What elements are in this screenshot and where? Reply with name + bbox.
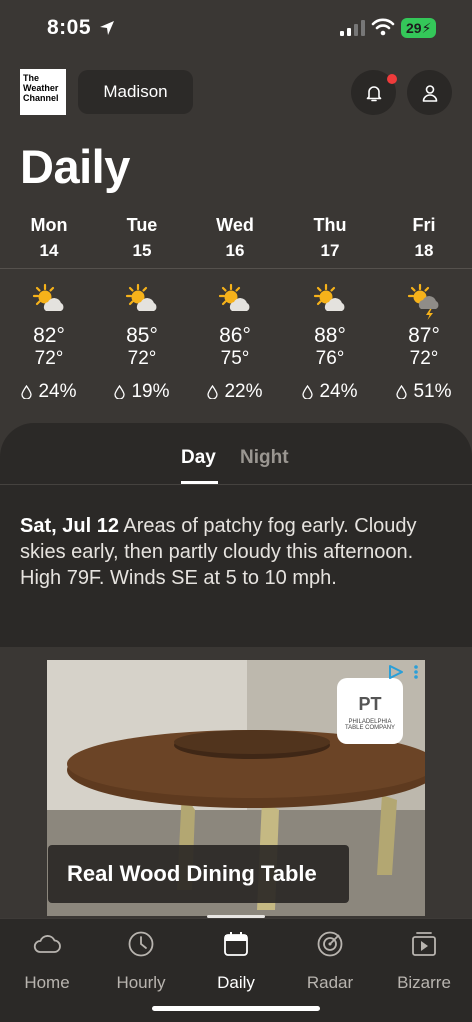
precip-value: 22% — [224, 381, 263, 402]
ad-brand-mark: PT — [358, 694, 382, 714]
day-header-fri[interactable]: Fri 18 — [377, 212, 471, 264]
precip-value: 51% — [413, 381, 452, 402]
day-date: 18 — [414, 241, 434, 260]
precip-value: 19% — [131, 381, 170, 402]
forecast-description: Sat, Jul 12 Areas of patchy fog early. C… — [20, 513, 440, 591]
forecast-date: Sat, Jul 12 — [20, 515, 119, 537]
page-title: Daily — [20, 140, 130, 193]
tab-label: Radar — [306, 973, 354, 992]
day-name: Tue — [126, 215, 158, 235]
adchoices-icon[interactable] — [386, 664, 424, 680]
tab-night[interactable]: Night — [240, 447, 289, 469]
ad-headline[interactable]: Real Wood Dining Table — [48, 845, 349, 903]
precip-chance: 22% — [188, 381, 282, 403]
divider — [0, 268, 472, 269]
ad-brand-text: PHILADELPHIA TABLE COMPANY — [344, 719, 396, 731]
high-temp: 87° — [408, 324, 440, 347]
raindrop-icon — [396, 385, 408, 399]
forecast-wed[interactable]: 86° 75° 22% — [188, 282, 282, 403]
day-date: 15 — [132, 241, 152, 260]
location-button[interactable]: Madison — [78, 70, 193, 114]
day-name: Fri — [412, 215, 436, 235]
logo-line: Weather — [23, 83, 59, 93]
logo-line: The — [23, 73, 40, 83]
day-header-mon[interactable]: Mon 14 — [2, 212, 96, 264]
precip-value: 24% — [38, 381, 77, 402]
low-temp: 75° — [220, 348, 250, 369]
radar-icon — [317, 931, 343, 957]
day-header-wed[interactable]: Wed 16 — [188, 212, 282, 264]
partly-sunny-icon — [218, 283, 250, 311]
wifi-icon — [371, 18, 395, 36]
partly-sunny-icon — [313, 283, 345, 311]
location-arrow-icon — [100, 21, 114, 35]
tab-day[interactable]: Day — [181, 447, 216, 469]
tab-label: Daily — [217, 973, 255, 992]
cloud-icon — [33, 935, 61, 953]
sun-thunderstorm-icon — [407, 283, 439, 320]
tab-label: Bizarre — [397, 973, 451, 992]
clock-icon — [128, 931, 154, 957]
weather-channel-logo[interactable]: The Weather Channel — [20, 69, 66, 115]
notification-badge — [387, 74, 397, 84]
raindrop-icon — [302, 385, 314, 399]
tab-radar[interactable]: Radar — [283, 929, 377, 993]
precip-value: 24% — [319, 381, 358, 402]
day-header-tue[interactable]: Tue 15 — [95, 212, 189, 264]
high-temp: 85° — [126, 324, 158, 347]
forecast-tue[interactable]: 85° 72° 19% — [95, 282, 189, 403]
day-header-thu[interactable]: Thu 17 — [283, 212, 377, 264]
day-date: 14 — [39, 241, 59, 260]
raindrop-icon — [114, 385, 126, 399]
high-temp: 88° — [314, 324, 346, 347]
low-temp: 72° — [34, 348, 64, 369]
tab-daily[interactable]: Daily — [189, 929, 283, 993]
low-temp: 72° — [409, 348, 439, 369]
partly-sunny-icon — [32, 283, 64, 311]
day-date: 16 — [225, 241, 245, 260]
tab-label: Home — [24, 973, 70, 992]
day-date: 17 — [320, 241, 340, 260]
tab-hourly[interactable]: Hourly — [94, 929, 188, 993]
play-icon — [412, 932, 436, 956]
forecast-mon[interactable]: 82° 72° 24% — [2, 282, 96, 403]
divider — [0, 484, 472, 485]
logo-line: Channel — [23, 93, 59, 103]
user-icon — [422, 84, 437, 102]
home-indicator[interactable] — [152, 1006, 320, 1011]
raindrop-icon — [21, 385, 33, 399]
tab-bizarre[interactable]: Bizarre — [377, 929, 471, 993]
status-time: 8:05 — [47, 16, 92, 39]
precip-chance: 51% — [377, 381, 471, 403]
day-name: Mon — [30, 215, 68, 235]
precip-chance: 19% — [95, 381, 189, 403]
partly-sunny-icon — [125, 283, 157, 311]
battery-level: 29 — [406, 20, 422, 36]
precip-chance: 24% — [2, 381, 96, 403]
battery-indicator: 29⚡ — [401, 18, 437, 38]
tab-home[interactable]: Home — [0, 929, 94, 993]
raindrop-icon — [207, 385, 219, 399]
day-name: Wed — [216, 215, 254, 235]
forecast-fri[interactable]: 87° 72° 51% — [377, 282, 471, 403]
day-night-tabs: Day Night — [0, 447, 472, 485]
precip-chance: 24% — [283, 381, 377, 403]
low-temp: 72° — [127, 348, 157, 369]
low-temp: 76° — [315, 348, 345, 369]
status-bar: 8:05 29⚡ — [0, 0, 472, 56]
calendar-icon — [224, 932, 248, 956]
tab-label: Hourly — [116, 973, 166, 992]
profile-button[interactable] — [407, 70, 452, 115]
ad-brand-logo: PT PHILADELPHIA TABLE COMPANY — [337, 678, 403, 744]
high-temp: 82° — [33, 324, 65, 347]
forecast-thu[interactable]: 88° 76° 24% — [283, 282, 377, 403]
high-temp: 86° — [219, 324, 251, 347]
day-name: Thu — [313, 215, 347, 235]
bell-icon — [366, 85, 381, 101]
cellular-signal-icon — [340, 20, 365, 36]
